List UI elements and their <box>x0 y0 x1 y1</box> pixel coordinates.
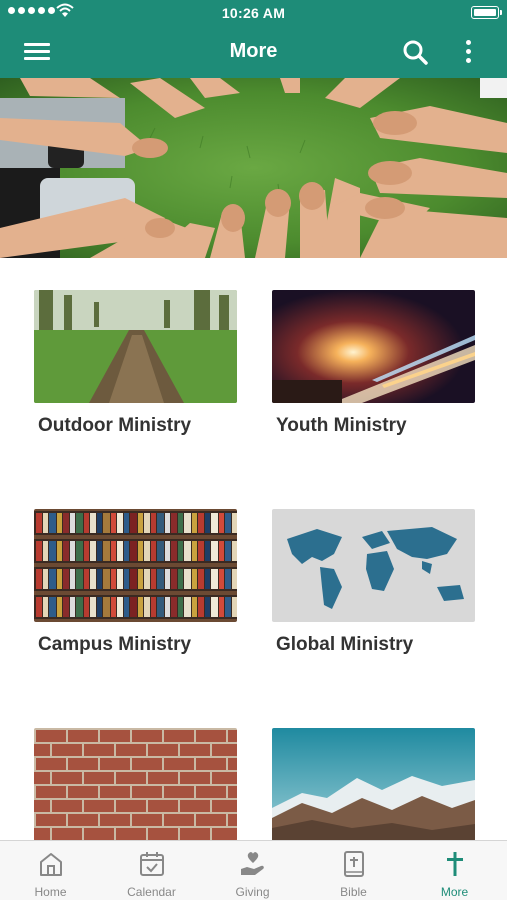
tab-label: Bible <box>340 885 367 899</box>
bible-icon <box>344 851 364 877</box>
search-icon[interactable] <box>401 38 429 66</box>
tab-home[interactable]: Home <box>0 841 101 900</box>
ministry-card-youth[interactable]: Youth Ministry <box>272 290 475 437</box>
more-options-icon[interactable] <box>461 38 475 66</box>
ministry-card-campus[interactable]: Campus Ministry <box>34 509 237 656</box>
ministry-card-5[interactable] <box>34 728 237 840</box>
tab-more[interactable]: More <box>404 841 505 900</box>
outdoor-ministry-image <box>34 290 237 403</box>
mountain-image <box>272 728 475 840</box>
calendar-icon <box>140 852 164 876</box>
page-title: More <box>229 40 278 62</box>
youth-ministry-image <box>272 290 475 403</box>
cross-icon <box>447 852 463 876</box>
ministry-card-6[interactable] <box>272 728 475 840</box>
global-ministry-image <box>272 509 475 622</box>
ministry-card-outdoor[interactable]: Outdoor Ministry <box>34 290 237 437</box>
tab-calendar[interactable]: Calendar <box>101 841 202 900</box>
ministry-card-label: Outdoor Ministry <box>38 415 192 436</box>
status-bar: 10:26 AM <box>0 0 507 26</box>
ministry-card-label: Campus Ministry <box>38 634 192 655</box>
status-time: 10:26 AM <box>221 5 286 21</box>
tab-giving[interactable]: Giving <box>202 841 303 900</box>
brick-wall-image <box>34 728 237 840</box>
ministry-card-label: Global Ministry <box>276 634 414 655</box>
tab-bible[interactable]: Bible <box>303 841 404 900</box>
battery-icon <box>471 6 502 19</box>
ministry-grid: Outdoor Ministry Youth Ministry Campus M… <box>0 258 507 840</box>
campus-ministry-image <box>34 509 237 622</box>
giving-hand-icon <box>241 852 264 875</box>
tab-label: Home <box>34 885 67 899</box>
ministry-card-label: Youth Ministry <box>276 415 407 436</box>
bottom-tab-bar: Home Calendar Giving Bible More <box>0 840 507 900</box>
tab-label: More <box>440 885 469 899</box>
app-bar: More <box>0 26 507 78</box>
tab-label: Calendar <box>127 885 176 899</box>
home-icon <box>40 853 62 876</box>
tab-label: Giving <box>235 885 270 899</box>
hero-banner-image <box>0 78 507 258</box>
ministry-card-global[interactable]: Global Ministry <box>272 509 475 656</box>
